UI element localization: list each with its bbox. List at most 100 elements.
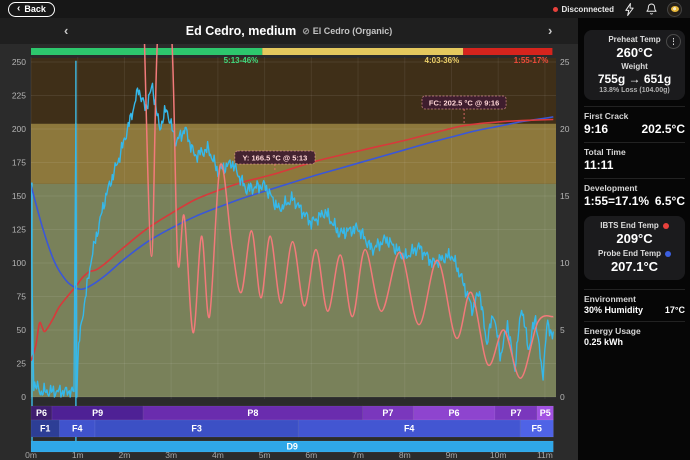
humidity-value: 30% Humidity [584, 305, 643, 315]
probe-end-label: Probe End Temp [598, 249, 661, 258]
bell-icon [646, 3, 657, 15]
ibts-end-value: 209°C [588, 231, 681, 246]
roast-chart-panel: 025507510012515017520022525005101520255:… [0, 44, 578, 460]
status-text: Disconnected [562, 5, 614, 14]
probe-dot-icon [665, 251, 671, 257]
energy-section: Energy Usage 0.25 kWh [584, 321, 685, 347]
power-label: P7 [382, 408, 393, 418]
x-tick: 9m [446, 450, 458, 460]
energy-label: Energy Usage [584, 326, 685, 336]
x-tick: 5m [259, 450, 271, 460]
back-button[interactable]: ‹ Back [8, 2, 55, 17]
power-label: P9 [92, 408, 103, 418]
fan-label: F1 [40, 424, 51, 434]
first-crack-section: First Crack 9:16 202.5°C [584, 106, 685, 136]
y-left-tick: 200 [12, 124, 26, 134]
phase-label: 1:55-17% [514, 56, 549, 65]
svg-text:Y: 166.5 °C @ 5:13: Y: 166.5 °C @ 5:13 [242, 154, 307, 163]
weight-loss: 13.8% Loss (104.00g) [588, 87, 681, 94]
first-crack-marker: FC: 202.5 °C @ 9:16 [422, 96, 506, 109]
kebab-menu-button[interactable] [666, 34, 681, 49]
fan-label: F3 [191, 424, 202, 434]
first-crack-time: 9:16 [584, 122, 608, 136]
y-left-tick: 150 [12, 191, 26, 201]
y-left-tick: 250 [12, 57, 26, 67]
fan-label: F5 [531, 424, 542, 434]
fan-label: F4 [72, 424, 83, 434]
fan-label: F4 [404, 424, 415, 434]
ibts-end-label: IBTS End Temp [600, 221, 659, 230]
development-value: 1:55=17.1% [584, 194, 649, 208]
roast-chart[interactable]: 025507510012515017520022525005101520255:… [0, 44, 578, 460]
phase-segment [262, 48, 463, 55]
x-tick: 1m [72, 450, 84, 460]
drying-zone [31, 184, 556, 397]
y-right-tick: 15 [560, 191, 570, 201]
notifications-button[interactable] [645, 3, 658, 16]
phase-label: 5:13-46% [224, 56, 259, 65]
preheat-weight-card: Preheat Temp 260°C Weight 755g → 651g 13… [584, 30, 685, 100]
power-label: P5 [540, 408, 551, 418]
y-left-tick: 125 [12, 225, 26, 235]
y-right-tick: 5 [560, 325, 565, 335]
y-right-tick: 10 [560, 258, 570, 268]
y-right-tick: 20 [560, 124, 570, 134]
environment-section: Environment 30% Humidity 17°C [584, 289, 685, 315]
roaster-power-button[interactable] [623, 3, 636, 16]
development-section: Development 1:55=17.1% 6.5°C [584, 178, 685, 208]
environment-label: Environment [584, 294, 685, 304]
development-temp: 6.5°C [655, 194, 685, 208]
kebab-dots-icon [673, 38, 675, 45]
connection-status: Disconnected [553, 5, 614, 14]
weight-label: Weight [588, 62, 681, 71]
lightning-icon [624, 3, 635, 16]
phase-label: 4:03-36% [425, 56, 460, 65]
first-crack-label: First Crack [584, 111, 685, 121]
y-left-tick: 50 [17, 325, 27, 335]
yellowing-marker: Y: 166.5 °C @ 5:13 [235, 151, 315, 164]
x-tick: 7m [352, 450, 364, 460]
next-roast-button[interactable]: › [548, 23, 552, 38]
y-left-tick: 75 [17, 292, 27, 302]
development-zone [31, 58, 556, 124]
svg-text:FC: 202.5 °C @ 9:16: FC: 202.5 °C @ 9:16 [429, 99, 499, 108]
power-label: P8 [247, 408, 258, 418]
back-chevron-icon: ‹ [17, 4, 20, 14]
roast-detail-window: ‹ Back Disconnected ‹ [0, 0, 690, 460]
weight-value: 755g → 651g [588, 72, 681, 86]
phase-segment [463, 48, 552, 55]
probe-end-value: 207.1°C [588, 259, 681, 274]
roast-title-bar: ‹ Ed Cedro, medium ⊘ El Cedro (Organic) … [0, 18, 578, 44]
top-bar: ‹ Back Disconnected [0, 0, 690, 18]
y-left-tick: 225 [12, 91, 26, 101]
first-crack-temp: 202.5°C [642, 122, 686, 136]
x-tick: 6m [305, 450, 317, 460]
status-dot-icon [553, 7, 558, 12]
drum-label: D9 [286, 442, 298, 452]
power-label: P7 [510, 408, 521, 418]
preheat-value: 260°C [588, 45, 681, 60]
y-left-tick: 175 [12, 158, 26, 168]
power-label: P6 [36, 408, 47, 418]
user-avatar[interactable] [667, 2, 682, 17]
x-tick: 2m [119, 450, 131, 460]
x-tick: 11m [537, 450, 553, 460]
x-tick: 3m [165, 450, 177, 460]
y-left-tick: 25 [17, 359, 27, 369]
y-left-tick: 100 [12, 258, 26, 268]
end-temps-card: IBTS End Temp 209°C Probe End Temp 207.1… [584, 216, 685, 280]
roast-title: Ed Cedro, medium [186, 24, 296, 38]
total-time-value: 11:11 [584, 158, 613, 172]
stats-sidebar: Preheat Temp 260°C Weight 755g → 651g 13… [578, 18, 690, 460]
energy-value: 0.25 kWh [584, 337, 623, 347]
x-tick: 10m [490, 450, 507, 460]
avatar-image [671, 6, 679, 12]
back-label: Back [24, 4, 46, 14]
y-right-tick: 0 [560, 392, 565, 402]
phase-segment [31, 48, 262, 55]
y-left-tick: 0 [21, 392, 26, 402]
x-tick: 8m [399, 450, 411, 460]
x-tick: 0m [25, 450, 37, 460]
development-label: Development [584, 183, 685, 193]
bean-link[interactable]: ⊘ El Cedro (Organic) [302, 26, 392, 37]
